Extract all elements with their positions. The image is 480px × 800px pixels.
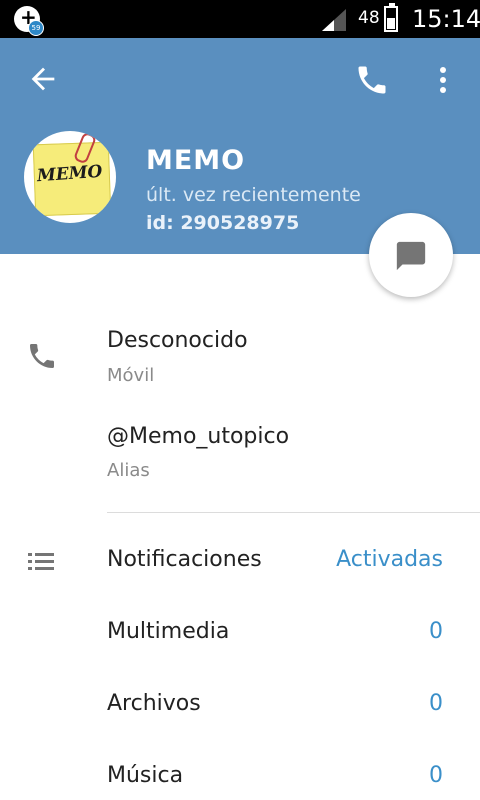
username-label: Alias — [107, 460, 150, 481]
files-label[interactable]: Archivos — [107, 691, 201, 716]
files-count[interactable]: 0 — [429, 691, 443, 716]
notification-badge: 59 — [28, 20, 44, 36]
status-bar: + 59 48 15:14 — [0, 0, 480, 38]
notifications-value[interactable]: Activadas — [336, 547, 443, 572]
media-label[interactable]: Multimedia — [107, 619, 229, 644]
battery-percent: 48 — [358, 8, 380, 28]
phone-icon — [30, 344, 54, 368]
clock: 15:14 — [412, 5, 480, 33]
notification-icon: + 59 — [14, 6, 44, 36]
more-options-button[interactable] — [430, 62, 456, 98]
send-message-button[interactable] — [369, 213, 453, 297]
battery-icon — [384, 3, 398, 32]
more-vert-icon — [440, 67, 446, 93]
music-label[interactable]: Música — [107, 763, 183, 788]
call-button[interactable] — [354, 62, 390, 98]
signal-icon — [322, 9, 346, 31]
phone-number[interactable]: Desconocido — [107, 328, 248, 353]
media-count[interactable]: 0 — [429, 619, 443, 644]
username[interactable]: @Memo_utopico — [107, 424, 289, 449]
last-seen-status: últ. vez recientemente — [146, 184, 361, 206]
user-id: id: 290528975 — [146, 212, 300, 234]
list-icon — [28, 553, 54, 570]
chat-bubble-icon — [396, 241, 426, 271]
back-button[interactable] — [26, 62, 60, 96]
phone-label: Móvil — [107, 365, 155, 386]
section-divider — [107, 512, 480, 513]
phone-icon — [358, 66, 386, 94]
notifications-label[interactable]: Notificaciones — [107, 547, 262, 572]
avatar[interactable]: MEMO — [24, 131, 116, 223]
music-count[interactable]: 0 — [429, 763, 443, 788]
contact-name: MEMO — [146, 145, 246, 176]
arrow-back-icon — [31, 67, 55, 91]
